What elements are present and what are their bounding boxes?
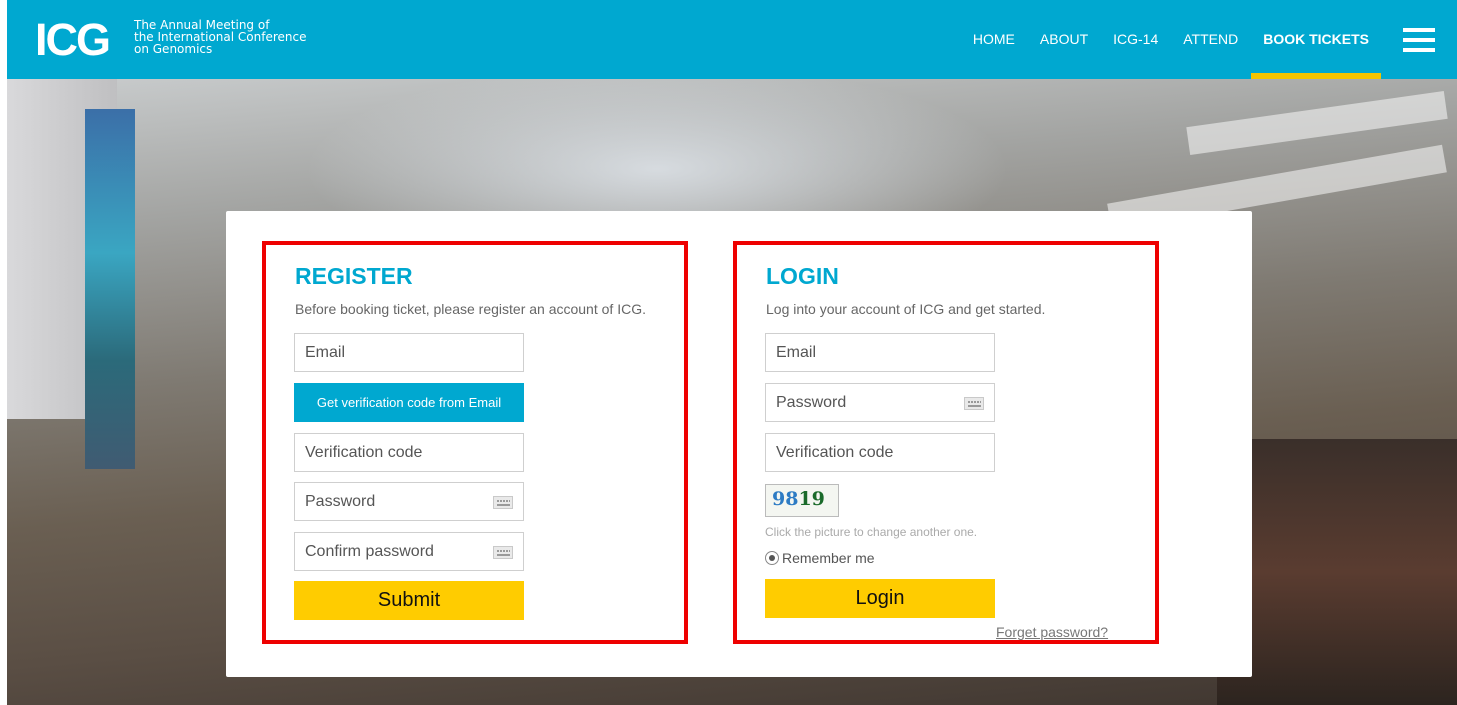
remember-me-radio[interactable] <box>765 551 779 565</box>
login-button[interactable]: Login <box>765 579 995 618</box>
login-verification-field[interactable] <box>765 433 995 472</box>
keyboard-icon[interactable] <box>964 397 984 410</box>
login-email-field[interactable] <box>765 333 995 372</box>
site-logo[interactable]: ICG <box>35 17 111 62</box>
register-verification-field[interactable] <box>294 433 524 472</box>
login-verification-input[interactable] <box>776 443 984 462</box>
login-email-input[interactable] <box>776 343 984 362</box>
register-title: REGISTER <box>295 263 413 289</box>
register-description: Before booking ticket, please register a… <box>295 301 646 317</box>
nav-about[interactable]: ABOUT <box>1040 0 1088 79</box>
submit-button[interactable]: Submit <box>294 581 524 620</box>
register-password-input[interactable] <box>305 492 513 511</box>
stage-display-image <box>85 109 135 469</box>
nav-book-tickets[interactable]: BOOK TICKETS <box>1251 0 1381 79</box>
keyboard-icon[interactable] <box>493 546 513 559</box>
keyboard-icon[interactable] <box>493 496 513 509</box>
register-verification-input[interactable] <box>305 443 513 462</box>
site-header: ICG The Annual Meeting of the Internatio… <box>7 0 1457 79</box>
register-confirm-password-input[interactable] <box>305 542 513 561</box>
hamburger-menu-icon[interactable] <box>1403 27 1435 52</box>
nav-home[interactable]: HOME <box>973 0 1015 79</box>
login-password-field[interactable] <box>765 383 995 422</box>
login-description: Log into your account of ICG and get sta… <box>766 301 1046 317</box>
captcha-image[interactable]: 9819 <box>765 484 839 517</box>
nav-attend[interactable]: ATTEND <box>1183 0 1238 79</box>
audience-image <box>1217 439 1457 705</box>
register-email-field[interactable] <box>294 333 524 372</box>
remember-me-label: Remember me <box>782 550 875 566</box>
main-nav: HOME ABOUT ICG-14 ATTEND BOOK TICKETS <box>973 0 1457 79</box>
login-title: LOGIN <box>766 263 839 289</box>
login-panel: LOGIN Log into your account of ICG and g… <box>733 241 1159 644</box>
auth-card: REGISTER Before booking ticket, please r… <box>226 211 1252 677</box>
site-logo-subtitle: The Annual Meeting of the International … <box>134 19 306 55</box>
remember-me[interactable]: Remember me <box>765 550 875 566</box>
register-confirm-password-field[interactable] <box>294 532 524 571</box>
register-password-field[interactable] <box>294 482 524 521</box>
nav-icg-14[interactable]: ICG-14 <box>1113 0 1158 79</box>
forgot-password-link[interactable]: Forget password? <box>996 624 1108 640</box>
get-verification-code-button[interactable]: Get verification code from Email <box>294 383 524 422</box>
login-password-input[interactable] <box>776 393 984 412</box>
ceiling-light <box>1186 91 1448 155</box>
logo-sub-line: on Genomics <box>134 42 213 56</box>
register-panel: REGISTER Before booking ticket, please r… <box>262 241 688 644</box>
captcha-hint: Click the picture to change another one. <box>765 525 978 539</box>
register-email-input[interactable] <box>305 343 513 362</box>
captcha-text: 9819 <box>772 488 825 510</box>
